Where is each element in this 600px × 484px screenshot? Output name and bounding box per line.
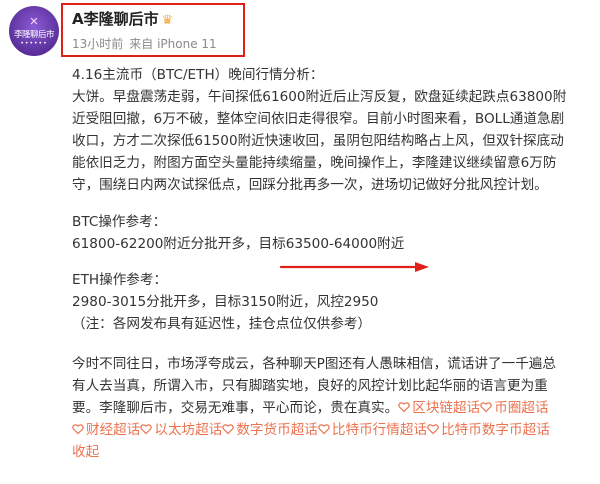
topic-icon xyxy=(222,424,235,435)
author-avatar[interactable]: ✕ 李隆聊后市 •••••• xyxy=(9,6,59,56)
topic-link[interactable]: 比特币数字币超话 xyxy=(427,422,550,438)
topic-link[interactable]: 财经超话 xyxy=(72,422,140,438)
topic-label: 币圈超话 xyxy=(494,400,549,416)
topic-icon xyxy=(72,424,84,435)
analysis-line: 近受阻回撤，6万不破，整体空间依旧走得很窄。目前小时图来看，BOLL通道急剧 xyxy=(72,111,565,127)
author-name-row: A李隆聊后市 ♛ xyxy=(72,8,173,29)
closing-line: 今时不同往日，市场浮夸成云，各种聊天P图还有人愚昧相信，谎话讲了一千遍总 xyxy=(72,356,556,372)
topic-link[interactable]: 以太坊超话 xyxy=(140,422,222,438)
analysis-line: 大饼。早盘震荡走弱，午间探低61600附近后止泻反复，欧盘延续起跌点63800附 xyxy=(72,89,567,105)
eth-plan: 2980-3015分批开多，目标3150附近，风控2950 xyxy=(72,294,379,310)
author-name[interactable]: A李隆聊后市 xyxy=(72,10,159,28)
disclaimer: （注：各网发布具有延迟性，挂仓点位仅供参考） xyxy=(72,316,372,332)
topic-label: 比特币数字币超话 xyxy=(441,422,550,438)
topic-link[interactable]: 区块链超话 xyxy=(398,400,480,416)
analysis-line: 守，围绕日内两次试探低点，回踩分批再多一次，进场切记做好分批风控计划。 xyxy=(72,177,548,193)
collapse-row: 收起 xyxy=(72,441,592,463)
topic-label: 以太坊超话 xyxy=(154,422,223,438)
collapse-link[interactable]: 收起 xyxy=(72,444,99,460)
analysis-line: 能依旧乏力，附图方面空头量能持续缩量，晚间操作上，李隆建议继续留意6万防 xyxy=(72,155,557,171)
closing-text: 要。李隆聊后市，交易无难事，平心而论，贵在真实。 xyxy=(72,400,399,416)
topic-link[interactable]: 币圈超话 xyxy=(480,400,549,416)
topic-label: 区块链超话 xyxy=(412,400,481,416)
topic-icon xyxy=(480,402,492,413)
topic-label: 财经超话 xyxy=(86,422,141,438)
topic-label: 比特币行情超话 xyxy=(331,422,428,438)
topic-icon xyxy=(140,424,153,435)
crown-icon: ♛ xyxy=(161,13,174,28)
post-headline: 4.16主流币（BTC/ETH）晚间行情分析： xyxy=(72,67,324,83)
topic-link[interactable]: 比特币行情超话 xyxy=(318,422,427,438)
topic-icon xyxy=(427,424,439,435)
topic-icon xyxy=(318,424,330,435)
post-source: 来自 iPhone 11 xyxy=(129,37,217,51)
post-meta: 13小时前 来自 iPhone 11 xyxy=(72,35,223,52)
closing-line: 有人去当真，所谓入市，只有脚踏实地，良好的风控计划比起华丽的语言更为重 xyxy=(72,378,548,394)
analysis-line: 收口，方才二次探低61500附近快速收回，虽阴包阳结构略占上风，但双针探底动 xyxy=(72,133,564,149)
avatar-logo-dots: •••••• xyxy=(20,40,48,47)
btc-plan: 61800-62200附近分批开多，目标63500-64000附近 xyxy=(72,236,405,252)
avatar-logo-text: 李隆聊后市 xyxy=(13,30,55,40)
topics-line: 财经超话 以太坊超话 数字货币超话 比特币行情超话 比特币数字币超话 xyxy=(72,419,592,441)
topic-label: 数字货币超话 xyxy=(236,422,318,438)
red-arrow-annotation xyxy=(279,262,429,272)
avatar-logo-mark: ✕ xyxy=(29,15,39,28)
btc-title: BTC操作参考： xyxy=(72,214,167,230)
topic-link[interactable]: 数字货币超话 xyxy=(222,422,318,438)
post-time[interactable]: 13小时前 xyxy=(72,37,123,51)
closing-line: 要。李隆聊后市，交易无难事，平心而论，贵在真实。 区块链超话 币圈超话 xyxy=(72,397,592,419)
topic-icon xyxy=(398,402,411,413)
